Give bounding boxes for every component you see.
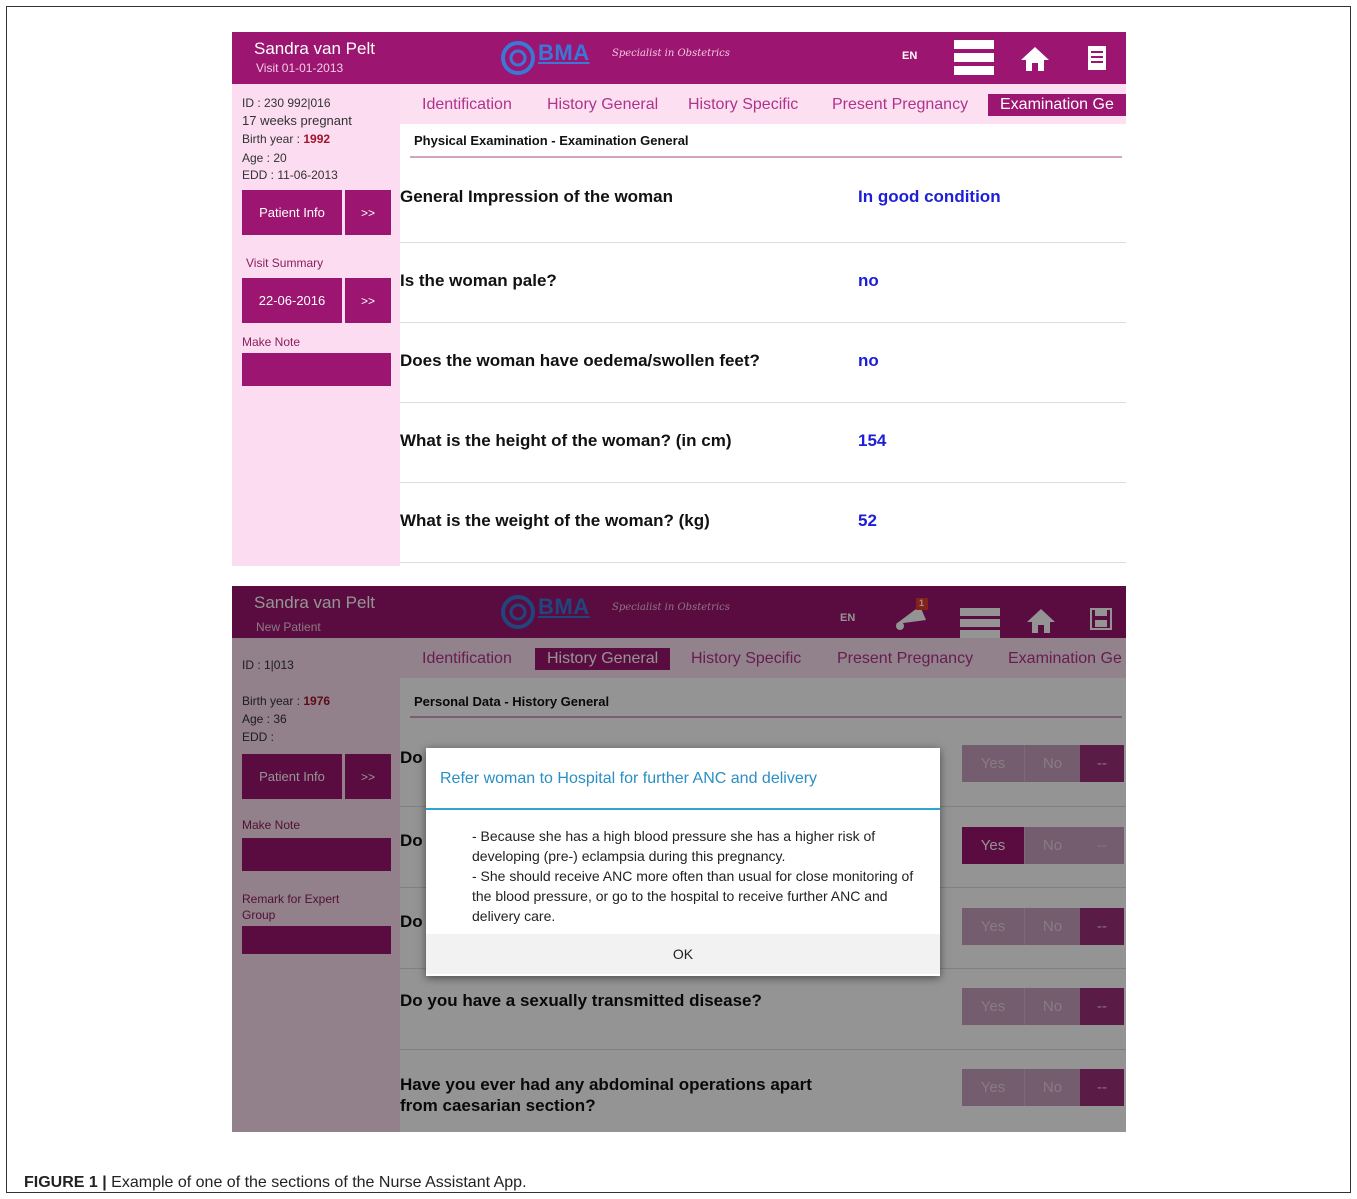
make-note-field[interactable]: [242, 353, 391, 386]
section-title: Physical Examination - Examination Gener…: [414, 133, 689, 148]
question-row: Does the woman have oedema/swollen feet?…: [400, 323, 1126, 403]
visit-summary-expand-button[interactable]: >>: [345, 278, 391, 323]
dialog-divider: [426, 808, 940, 810]
dialog-footer: OK: [426, 934, 940, 974]
ok-button[interactable]: OK: [426, 934, 940, 974]
tab-identification[interactable]: Identification: [422, 94, 512, 116]
question-row: General Impression of the woman In good …: [400, 163, 1126, 243]
logo-text: BMA: [538, 40, 590, 65]
language-selector[interactable]: EN: [902, 50, 917, 62]
tab-present-pregnancy[interactable]: Present Pregnancy: [832, 94, 968, 116]
figure-caption: FIGURE 1 | Example of one of the section…: [24, 1174, 527, 1191]
tab-history-specific[interactable]: History Specific: [688, 94, 798, 116]
answer-value[interactable]: no: [858, 271, 879, 291]
document-icon[interactable]: [1088, 46, 1106, 70]
edd-date: EDD : 11-06-2013: [242, 168, 338, 182]
answer-value[interactable]: 52: [858, 511, 877, 531]
question-text: Does the woman have oedema/swollen feet?: [400, 351, 760, 370]
answer-value[interactable]: In good condition: [858, 187, 1001, 207]
menu-icon[interactable]: [954, 40, 994, 76]
tab-examination-general[interactable]: Examination Ge: [988, 94, 1126, 116]
question-text: General Impression of the woman: [400, 187, 674, 206]
pregnancy-weeks: 17 weeks pregnant: [242, 113, 352, 128]
patient-name: Sandra van Pelt: [254, 39, 375, 58]
patient-age: Age : 20: [242, 151, 287, 165]
visit-summary-date-button[interactable]: 22-06-2016: [242, 278, 342, 323]
patient-info-expand-button[interactable]: >>: [345, 190, 391, 235]
referral-dialog: Refer woman to Hospital for further ANC …: [426, 748, 940, 976]
visit-date: Visit 01-01-2013: [256, 61, 344, 75]
answer-value[interactable]: no: [858, 351, 879, 371]
patient-id: ID : 230 992|016: [242, 96, 331, 110]
section-divider: [410, 156, 1122, 158]
logo-tagline: Specialist in Obstetrics: [612, 48, 730, 59]
dialog-message: - Because she has a high blood pressure …: [472, 828, 914, 924]
visit-summary-label: Visit Summary: [246, 256, 324, 270]
question-row: What is the height of the woman? (in cm)…: [400, 403, 1126, 483]
patient-sidebar: ID : 230 992|016 17 weeks pregnant Birth…: [232, 84, 400, 566]
screen-examination: Sandra van Pelt Visit 01-01-2013 BMA Spe…: [232, 32, 1126, 566]
answer-value[interactable]: 154: [858, 431, 886, 451]
question-row: Is the woman pale? no: [400, 243, 1126, 323]
section-tabs: Identification History General History S…: [400, 84, 1126, 124]
bma-logo-icon: [501, 41, 535, 75]
birth-year: Birth year : 1992: [242, 132, 331, 146]
dialog-title: Refer woman to Hospital for further ANC …: [440, 770, 818, 787]
question-text: Is the woman pale?: [400, 271, 557, 290]
question-text: What is the weight of the woman? (kg): [400, 511, 710, 530]
screen-history-general: Sandra van Pelt New Patient BMA Speciali…: [232, 586, 1126, 1132]
top-bar: Sandra van Pelt Visit 01-01-2013 BMA Spe…: [232, 32, 1126, 84]
make-note-label: Make Note: [242, 335, 301, 349]
home-icon[interactable]: [1020, 46, 1050, 72]
patient-info-button[interactable]: Patient Info: [242, 190, 342, 235]
tab-history-general[interactable]: History General: [547, 94, 658, 116]
question-text: What is the height of the woman? (in cm): [400, 431, 732, 450]
question-row: What is the weight of the woman? (kg) 52: [400, 483, 1126, 563]
